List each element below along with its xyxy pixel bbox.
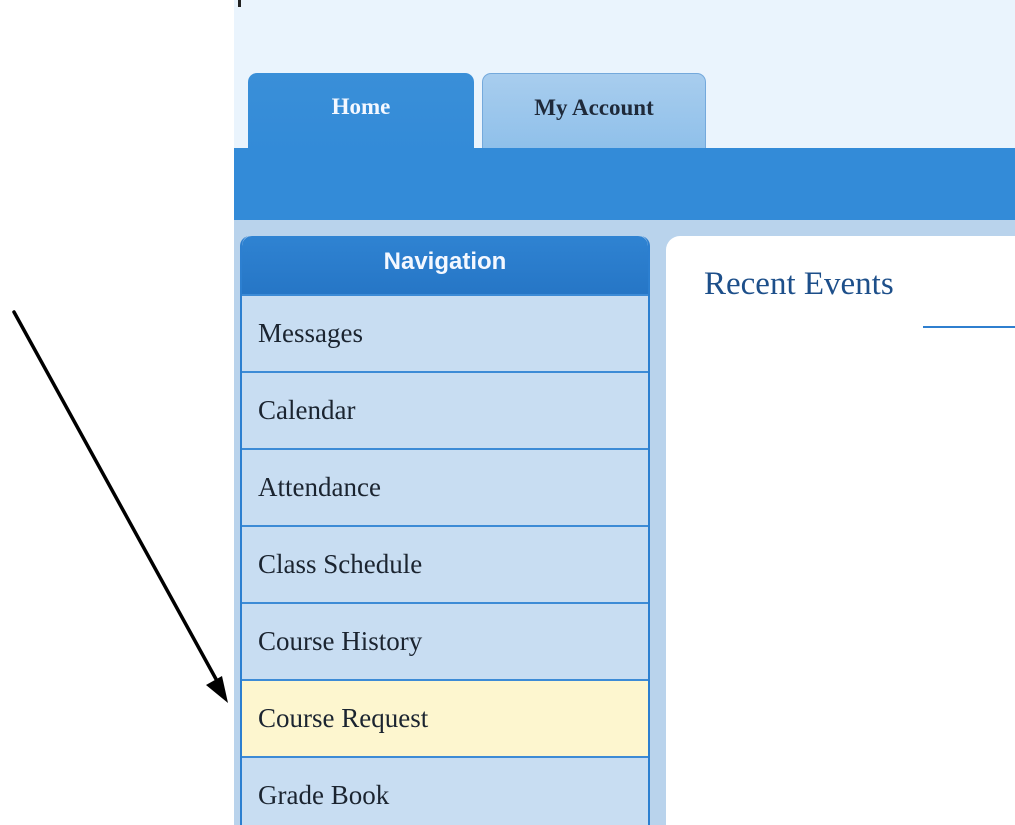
nav-item-course-history[interactable]: Course History xyxy=(242,602,648,679)
tab-home[interactable]: Home xyxy=(248,73,474,149)
recent-events-title: Recent Events xyxy=(704,266,894,302)
nav-item-messages[interactable]: Messages xyxy=(242,294,648,371)
navigation-panel: Navigation Messages Calendar Attendance … xyxy=(240,236,650,825)
title-underline xyxy=(923,326,1015,328)
portal-window: Home My Account Navigation Messages Cale… xyxy=(234,0,1015,825)
nav-item-course-request[interactable]: Course Request xyxy=(242,679,648,756)
tab-strip-bar xyxy=(234,148,1015,220)
tab-my-account[interactable]: My Account xyxy=(482,73,706,149)
top-bar: Home My Account xyxy=(234,0,1015,149)
arrow-head xyxy=(206,676,228,703)
nav-item-class-schedule[interactable]: Class Schedule xyxy=(242,525,648,602)
edge-mark xyxy=(238,0,241,7)
nav-item-attendance[interactable]: Attendance xyxy=(242,448,648,525)
nav-item-calendar[interactable]: Calendar xyxy=(242,371,648,448)
navigation-header: Navigation xyxy=(242,236,648,294)
screenshot-stage: Home My Account Navigation Messages Cale… xyxy=(0,0,1015,825)
recent-events-panel: Recent Events xyxy=(666,236,1015,825)
nav-item-grade-book[interactable]: Grade Book xyxy=(242,756,648,825)
arrow-shaft xyxy=(12,310,224,692)
